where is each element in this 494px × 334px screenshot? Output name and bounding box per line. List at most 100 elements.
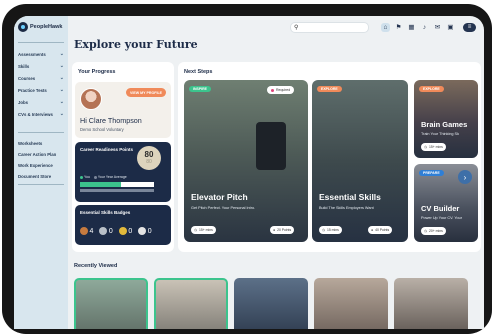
clock-icon: ◷ <box>424 229 427 233</box>
duration-label: 15+ mins <box>198 228 213 232</box>
readiness-score: 80 80 <box>137 146 161 170</box>
badge-gold: 0 <box>118 227 133 235</box>
tile-title: Elevator Pitch <box>191 192 248 202</box>
hawk-logo-icon <box>18 22 28 32</box>
mail-icon[interactable]: ✉ <box>433 23 442 32</box>
recent-item[interactable] <box>314 278 388 329</box>
logo[interactable]: PeopleHawk <box>18 22 62 32</box>
tile-description: Train Your Thinking Sk <box>421 132 459 136</box>
sidebar-link-document-store[interactable]: Document Store <box>18 171 66 182</box>
grid-icon[interactable]: ▦ <box>407 23 416 32</box>
avatar[interactable] <box>80 88 102 110</box>
tile-tag: EXPLORE <box>317 86 342 92</box>
tile-tag: EXPLORE <box>419 86 444 92</box>
score-sub: 80 <box>146 159 152 165</box>
tile-title: Brain Games <box>421 120 468 129</box>
tablet-frame: PeopleHawk Assessments ⌄ Skills ⌄ Courses ⌄… <box>2 4 492 334</box>
sidebar-item-cvs-interviews[interactable]: CVs & Interviews ⌄ <box>18 108 66 120</box>
clock-icon: ◷ <box>194 228 197 232</box>
calendar-icon[interactable]: ▣ <box>446 23 455 32</box>
required-dot-icon <box>271 88 274 92</box>
badge-count: 0 <box>108 227 113 235</box>
sidebar-item-jobs[interactable]: Jobs ⌄ <box>18 96 66 108</box>
sidebar-divider <box>18 184 64 185</box>
badges-title: Essential Skills Badges <box>80 210 131 215</box>
chevron-down-icon: ⌄ <box>59 99 64 105</box>
readiness-title: Career Readiness Points <box>80 147 134 152</box>
flag-icon[interactable]: ⚑ <box>394 23 403 32</box>
duration-chip: ◷ 15 mins <box>319 226 342 234</box>
menu-icon[interactable]: ≡ <box>463 22 476 32</box>
progress-card: Your Progress VIEW MY PROFILE Hi Clare T… <box>72 62 174 252</box>
chevron-down-icon: ⌄ <box>59 111 64 117</box>
sidebar-item-label: Courses <box>18 75 36 81</box>
score-value: 80 <box>144 150 154 159</box>
progress-title: Your Progress <box>78 69 116 75</box>
sidebar-item-skills[interactable]: Skills ⌄ <box>18 60 66 72</box>
sidebar-item-label: Assessments <box>18 51 46 57</box>
sidebar-nav: Assessments ⌄ Skills ⌄ Courses ⌄ Practice T… <box>18 48 66 120</box>
recent-item[interactable] <box>154 278 228 329</box>
tile-title: CV Builder <box>421 204 460 213</box>
recent-item[interactable] <box>394 278 468 329</box>
tile-description: Get Pitch Perfect. Your Personal Intro. <box>191 206 256 210</box>
platinum-badge-icon <box>138 227 147 235</box>
sidebar-item-label: Jobs <box>18 99 29 105</box>
tile-title: Essential Skills <box>319 192 381 202</box>
tile-essential-skills[interactable]: EXPLORE Essential Skills Build The Skill… <box>312 80 408 242</box>
points-chip: ● 40 Points <box>368 226 393 234</box>
bell-icon[interactable]: ♪ <box>420 23 429 32</box>
coin-icon: ● <box>371 228 374 232</box>
sidebar-link-worksheets[interactable]: Worksheets <box>18 138 66 149</box>
coin-icon: ● <box>273 228 276 232</box>
legend-average: Your Year Average <box>93 175 127 179</box>
duration-chip: ◷ 20+ mins <box>421 227 446 235</box>
next-arrow-button[interactable]: › <box>458 170 472 184</box>
sidebar-item-label: Practice Tests <box>18 87 47 93</box>
clock-icon: ◷ <box>322 228 325 232</box>
view-profile-button[interactable]: VIEW MY PROFILE <box>126 88 166 97</box>
tile-brain-games[interactable]: EXPLORE Brain Games Train Your Thinking … <box>414 80 478 158</box>
tile-elevator-pitch[interactable]: INSPIRE Required Elevator Pitch Get Pitc… <box>184 80 308 242</box>
recent-item[interactable] <box>74 278 148 329</box>
search-input[interactable]: ⚲ <box>290 21 369 33</box>
badge-bronze: 4 <box>80 227 93 235</box>
legend-dot-icon <box>80 175 83 179</box>
sidebar-item-label: Skills <box>18 63 30 69</box>
top-bar: ⚲ ⌂ ⚑ ▦ ♪ ✉ ▣ ≡ <box>68 16 484 38</box>
sidebar-links: Worksheets Career Action Plan Work Exper… <box>18 138 66 182</box>
badge-silver: 0 <box>99 227 113 235</box>
chevron-down-icon: ⌄ <box>59 51 64 57</box>
silver-badge-icon <box>99 227 108 235</box>
legend-label: You <box>84 175 90 179</box>
duration-chip: ◷ 15+ mins <box>191 226 216 234</box>
points-chip: ● 20 Points <box>270 226 295 234</box>
career-readiness-card[interactable]: Career Readiness Points 80 80 You Your Y… <box>75 142 171 202</box>
sidebar-item-label: CVs & Interviews <box>18 111 53 117</box>
essential-skills-badges-card[interactable]: Essential Skills Badges 4 0 0 0 <box>75 205 171 245</box>
next-steps-card: Next Steps INSPIRE Required Elevator Pit… <box>178 62 481 252</box>
camera-image <box>256 122 286 170</box>
average-progress-bar <box>80 189 154 192</box>
sidebar-item-assessments[interactable]: Assessments ⌄ <box>18 48 66 60</box>
badge-count: 0 <box>128 227 133 235</box>
legend-dot-icon <box>93 175 97 179</box>
next-steps-title: Next Steps <box>184 69 213 75</box>
readiness-legend: You Your Year Average <box>80 175 127 179</box>
tile-description: Build The Skills Employers Want <box>319 206 374 210</box>
duration-chip: ◷ 15+ mins <box>421 143 446 151</box>
sidebar-item-courses[interactable]: Courses ⌄ <box>18 72 66 84</box>
you-progress-bar <box>80 182 154 187</box>
badge-count: 0 <box>147 227 152 235</box>
duration-label: 15 mins <box>326 228 339 232</box>
sidebar-link-career-action-plan[interactable]: Career Action Plan <box>18 149 66 160</box>
sidebar-item-practice-tests[interactable]: Practice Tests ⌄ <box>18 84 66 96</box>
main-content: ⚲ ⌂ ⚑ ▦ ♪ ✉ ▣ ≡ Explore your Future Your… <box>68 16 484 329</box>
recent-item[interactable] <box>234 278 308 329</box>
legend-label: Your Year Average <box>97 175 127 179</box>
search-icon: ⚲ <box>294 24 299 31</box>
legend-you: You <box>80 175 90 179</box>
home-icon[interactable]: ⌂ <box>381 22 390 32</box>
sidebar-link-work-experience[interactable]: Work Experience <box>18 160 66 171</box>
chevron-down-icon: ⌄ <box>59 87 64 93</box>
